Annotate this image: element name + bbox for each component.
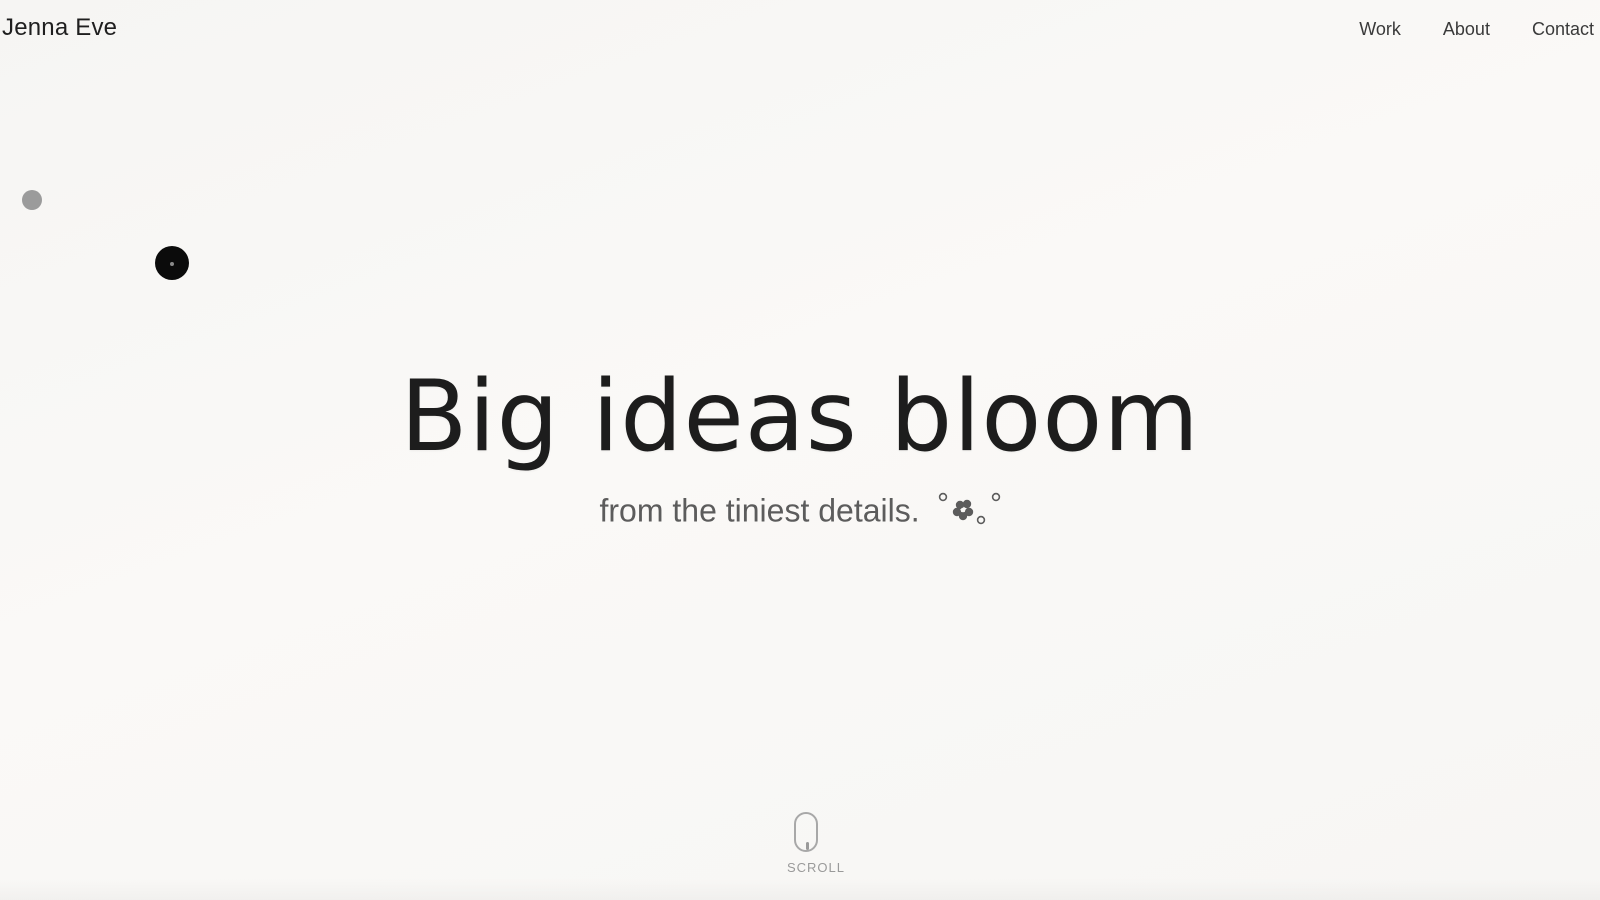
page: Jenna Eve Work About Contact Big ideas b… [0,0,1600,900]
custom-cursor [155,246,189,280]
mouse-wheel [806,842,809,850]
brand-logo[interactable]: Jenna Eve [2,14,117,42]
hero-title: Big ideas bloom [400,360,1200,474]
nav-link-contact[interactable]: Contact [1532,19,1594,40]
flower-bubbles-icon [937,492,1001,534]
scroll-indicator[interactable]: SCROLL [786,812,846,875]
mouse-scroll-icon [794,812,818,852]
hero-subtitle: from the tiniest details. [0,492,1600,534]
hero-subtitle-text: from the tiniest details. [599,492,920,529]
cursor-dot [170,262,174,266]
bottom-shade [0,878,1600,900]
scroll-label: SCROLL [786,860,846,875]
nav-link-about[interactable]: About [1443,19,1490,40]
decorative-gray-dot [22,190,42,210]
main-nav: Work About Contact [1359,19,1594,40]
nav-link-work[interactable]: Work [1359,19,1401,40]
